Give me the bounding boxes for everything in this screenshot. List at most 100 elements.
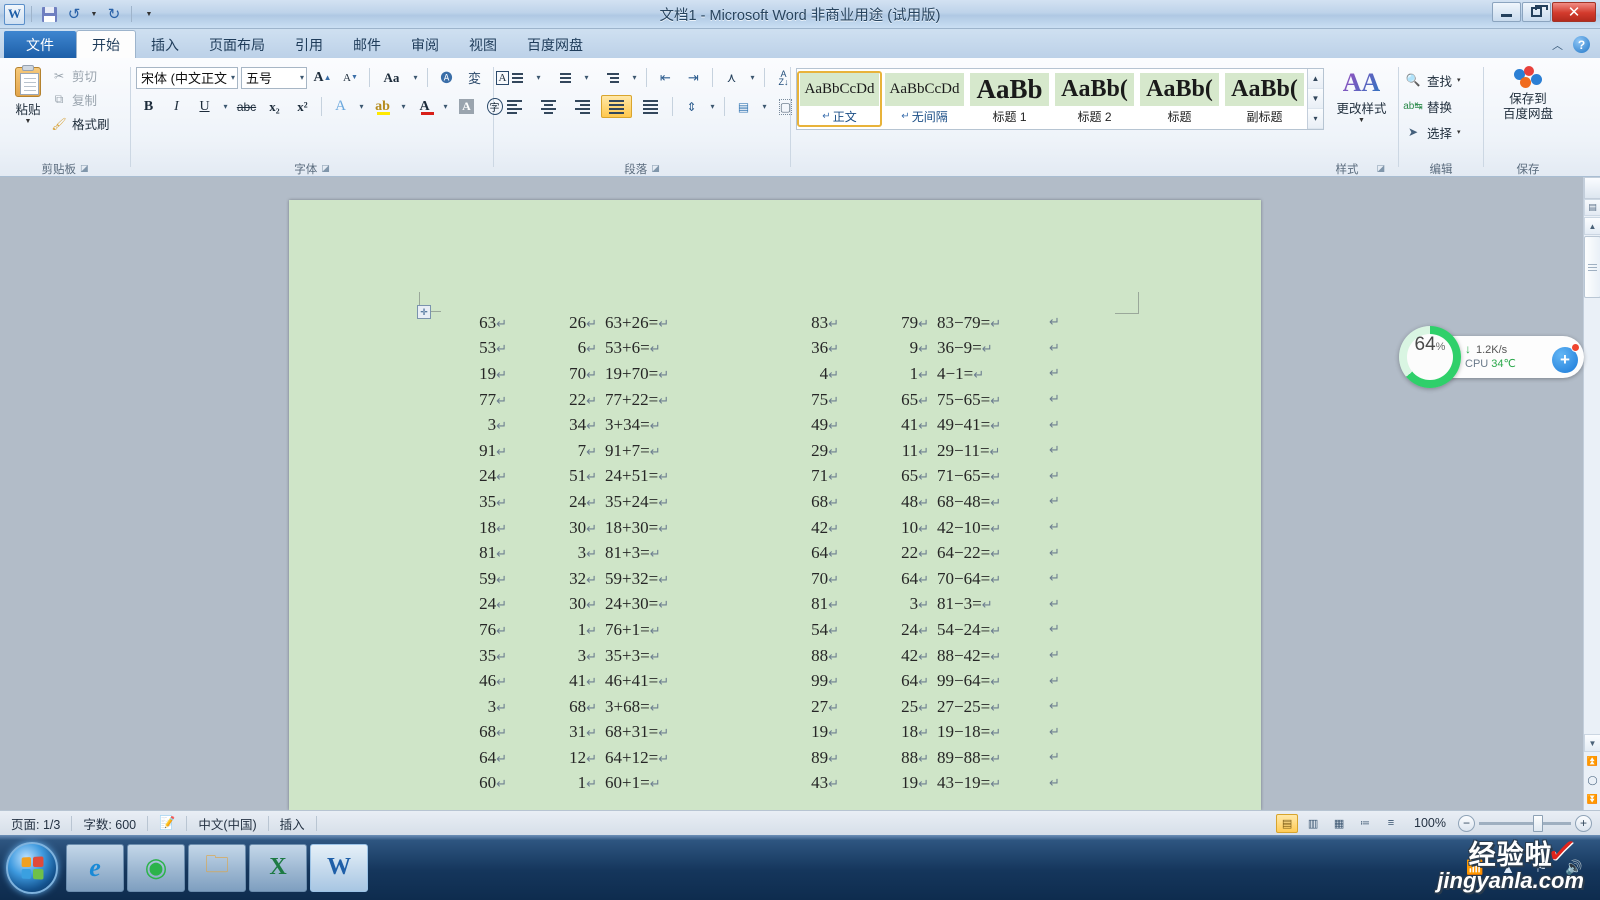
start-button[interactable] [6, 841, 58, 894]
style-item-title[interactable]: AaBb( 标题 [1137, 71, 1222, 127]
gallery-more[interactable]: ▾ [1308, 109, 1323, 129]
bold-button[interactable]: B [136, 95, 161, 118]
shading-button[interactable]: ▤ [731, 95, 756, 118]
align-right-button[interactable] [567, 95, 598, 118]
style-item-subtitle[interactable]: AaBb( 副标题 [1222, 71, 1307, 127]
zoom-out-button[interactable]: − [1458, 814, 1475, 832]
tab-page-layout[interactable]: 页面布局 [194, 31, 280, 58]
cut-button[interactable]: ✂ 剪切 [51, 66, 125, 85]
shading-dropdown[interactable]: ▾ [759, 95, 770, 118]
collapse-ribbon-icon[interactable]: ︿ [1552, 37, 1563, 53]
chevron-down-icon[interactable]: ▾ [1457, 128, 1461, 136]
line-spacing-button[interactable]: ⇕ [679, 95, 704, 118]
save-to-baidu-button[interactable]: 保存到 百度网盘 [1489, 62, 1567, 122]
scrollbar-thumb[interactable] [1584, 236, 1600, 298]
taskbar-excel[interactable]: X [249, 843, 307, 892]
asian-layout-dropdown[interactable]: ▾ [747, 66, 758, 89]
replace-button[interactable]: ab↹ 替换 [1403, 94, 1452, 118]
zoom-level[interactable]: 100% [1406, 816, 1454, 830]
underline-button[interactable]: U [192, 95, 217, 118]
tab-references[interactable]: 引用 [280, 31, 338, 58]
strikethrough-button[interactable]: abc [234, 95, 259, 118]
taskbar-network-app[interactable]: ◉ [127, 843, 185, 892]
align-center-button[interactable] [533, 95, 564, 118]
select-button[interactable]: ➤ 选择 ▾ [1404, 120, 1461, 144]
tab-baidu-netdisk[interactable]: 百度网盘 [512, 31, 598, 58]
chevron-down-icon[interactable]: ▼ [1358, 117, 1365, 124]
font-name-input[interactable]: 宋体 (中文正文 ▾ [136, 66, 238, 89]
paste-button[interactable]: 粘贴 ▼ [5, 62, 51, 125]
multilevel-dropdown[interactable]: ▾ [629, 66, 640, 89]
chevron-down-icon[interactable]: ▾ [231, 73, 235, 82]
font-color-dropdown[interactable]: ▾ [440, 95, 451, 118]
page-indicator[interactable]: 页面: 1/3 [0, 811, 71, 836]
change-case-dropdown[interactable]: ▾ [410, 66, 421, 89]
document-page[interactable]: ✛ 63↵ 26↵ 63+26=↵ 83↵ 79↵ 83−79=↵ ↵ 53↵ 6↵ 53+6=↵… [289, 200, 1261, 810]
subscript-button[interactable]: x₂ [262, 95, 287, 118]
dialog-launcher-icon[interactable]: ◪ [651, 163, 660, 174]
next-page-button[interactable]: ⏬ [1584, 790, 1600, 809]
restore-button[interactable] [1522, 2, 1551, 22]
volume-icon[interactable]: 🔊 [1564, 859, 1584, 877]
format-painter-button[interactable]: 🖌 格式刷 [51, 114, 125, 133]
chevron-down-icon[interactable]: ▾ [300, 73, 304, 82]
italic-button[interactable]: I [164, 95, 189, 118]
numbering-dropdown[interactable]: ▾ [581, 66, 592, 89]
justify-button[interactable] [601, 95, 632, 118]
highlight-dropdown[interactable]: ▾ [398, 95, 409, 118]
scroll-down-button[interactable]: ▼ [1584, 734, 1600, 752]
style-item-heading1[interactable]: AaBb 标题 1 [967, 71, 1052, 127]
full-screen-reading-button[interactable]: ▥ [1302, 814, 1324, 833]
chevron-down-icon[interactable]: ▾ [1457, 76, 1461, 84]
scroll-up-button[interactable]: ▲ [1584, 217, 1600, 235]
close-button[interactable]: ✕ [1552, 2, 1596, 22]
align-left-button[interactable] [499, 95, 530, 118]
print-layout-view-button[interactable]: ▤ [1276, 813, 1299, 833]
decrease-indent-button[interactable]: ⇤ [653, 66, 678, 89]
bullets-button[interactable] [499, 66, 530, 89]
font-color-button[interactable]: A [412, 95, 437, 118]
wifi-icon[interactable]: 📶 [1465, 859, 1485, 877]
clear-formatting-button[interactable]: 🅐 [434, 66, 459, 89]
document-text-body[interactable]: 63↵ 26↵ 63+26=↵ 83↵ 79↵ 83−79=↵ ↵ 53↵ 6↵ 53+6=↵ 36… [289, 310, 1261, 796]
language-indicator[interactable]: 中文(中国) [187, 811, 267, 836]
help-icon[interactable]: ? [1573, 36, 1590, 53]
gallery-scroll-up[interactable]: ▲ [1308, 69, 1323, 89]
bullets-dropdown[interactable]: ▾ [533, 66, 544, 89]
tab-mailings[interactable]: 邮件 [338, 31, 396, 58]
superscript-button[interactable]: x² [290, 95, 315, 118]
proofing-status-button[interactable]: 📝 [148, 811, 186, 836]
distribute-button[interactable] [635, 95, 666, 118]
tab-review[interactable]: 审阅 [396, 31, 454, 58]
style-item-normal[interactable]: AaBbCcDd ↵ 正文 [797, 71, 882, 127]
dialog-launcher-icon[interactable]: ◪ [80, 163, 89, 174]
zoom-in-button[interactable]: + [1575, 814, 1592, 832]
gallery-scroll-down[interactable]: ▼ [1308, 89, 1323, 109]
vertical-scrollbar[interactable]: ▤ ▲ ▼ ⏫ ◯ ⏬ [1583, 177, 1600, 810]
copy-button[interactable]: ⧉ 复制 [51, 90, 125, 109]
tab-view[interactable]: 视图 [454, 31, 512, 58]
paste-dropdown-icon[interactable]: ▼ [25, 118, 32, 125]
tab-file[interactable]: 文件 [4, 31, 76, 58]
tab-insert[interactable]: 插入 [136, 31, 194, 58]
character-shading-button[interactable]: A [454, 95, 479, 118]
taskbar-word[interactable]: W [310, 843, 368, 892]
taskbar-internet-explorer[interactable]: e [66, 843, 124, 892]
change-styles-button[interactable]: AA 更改样式 ▼ [1330, 68, 1393, 125]
dialog-launcher-icon[interactable]: ◪ [321, 163, 330, 174]
underline-dropdown[interactable]: ▾ [220, 95, 231, 118]
outline-view-button[interactable]: ≔ [1354, 814, 1376, 833]
word-count[interactable]: 字数: 600 [72, 811, 147, 836]
font-size-input[interactable]: 五号 ▾ [241, 66, 307, 89]
highlight-button[interactable]: ab [370, 95, 395, 118]
zoom-slider-thumb[interactable] [1533, 814, 1543, 832]
zoom-slider[interactable] [1479, 814, 1571, 832]
insert-mode-indicator[interactable]: 插入 [269, 811, 316, 836]
multilevel-list-button[interactable] [595, 66, 626, 89]
increase-indent-button[interactable]: ⇥ [681, 66, 706, 89]
web-layout-view-button[interactable]: ▦ [1328, 814, 1350, 833]
shrink-font-button[interactable]: A ▼ [338, 66, 363, 89]
taskbar-windows-explorer[interactable]: 🗀 [188, 843, 246, 892]
change-case-button[interactable]: Aa [376, 66, 407, 89]
previous-page-button[interactable]: ⏫ [1584, 752, 1600, 771]
